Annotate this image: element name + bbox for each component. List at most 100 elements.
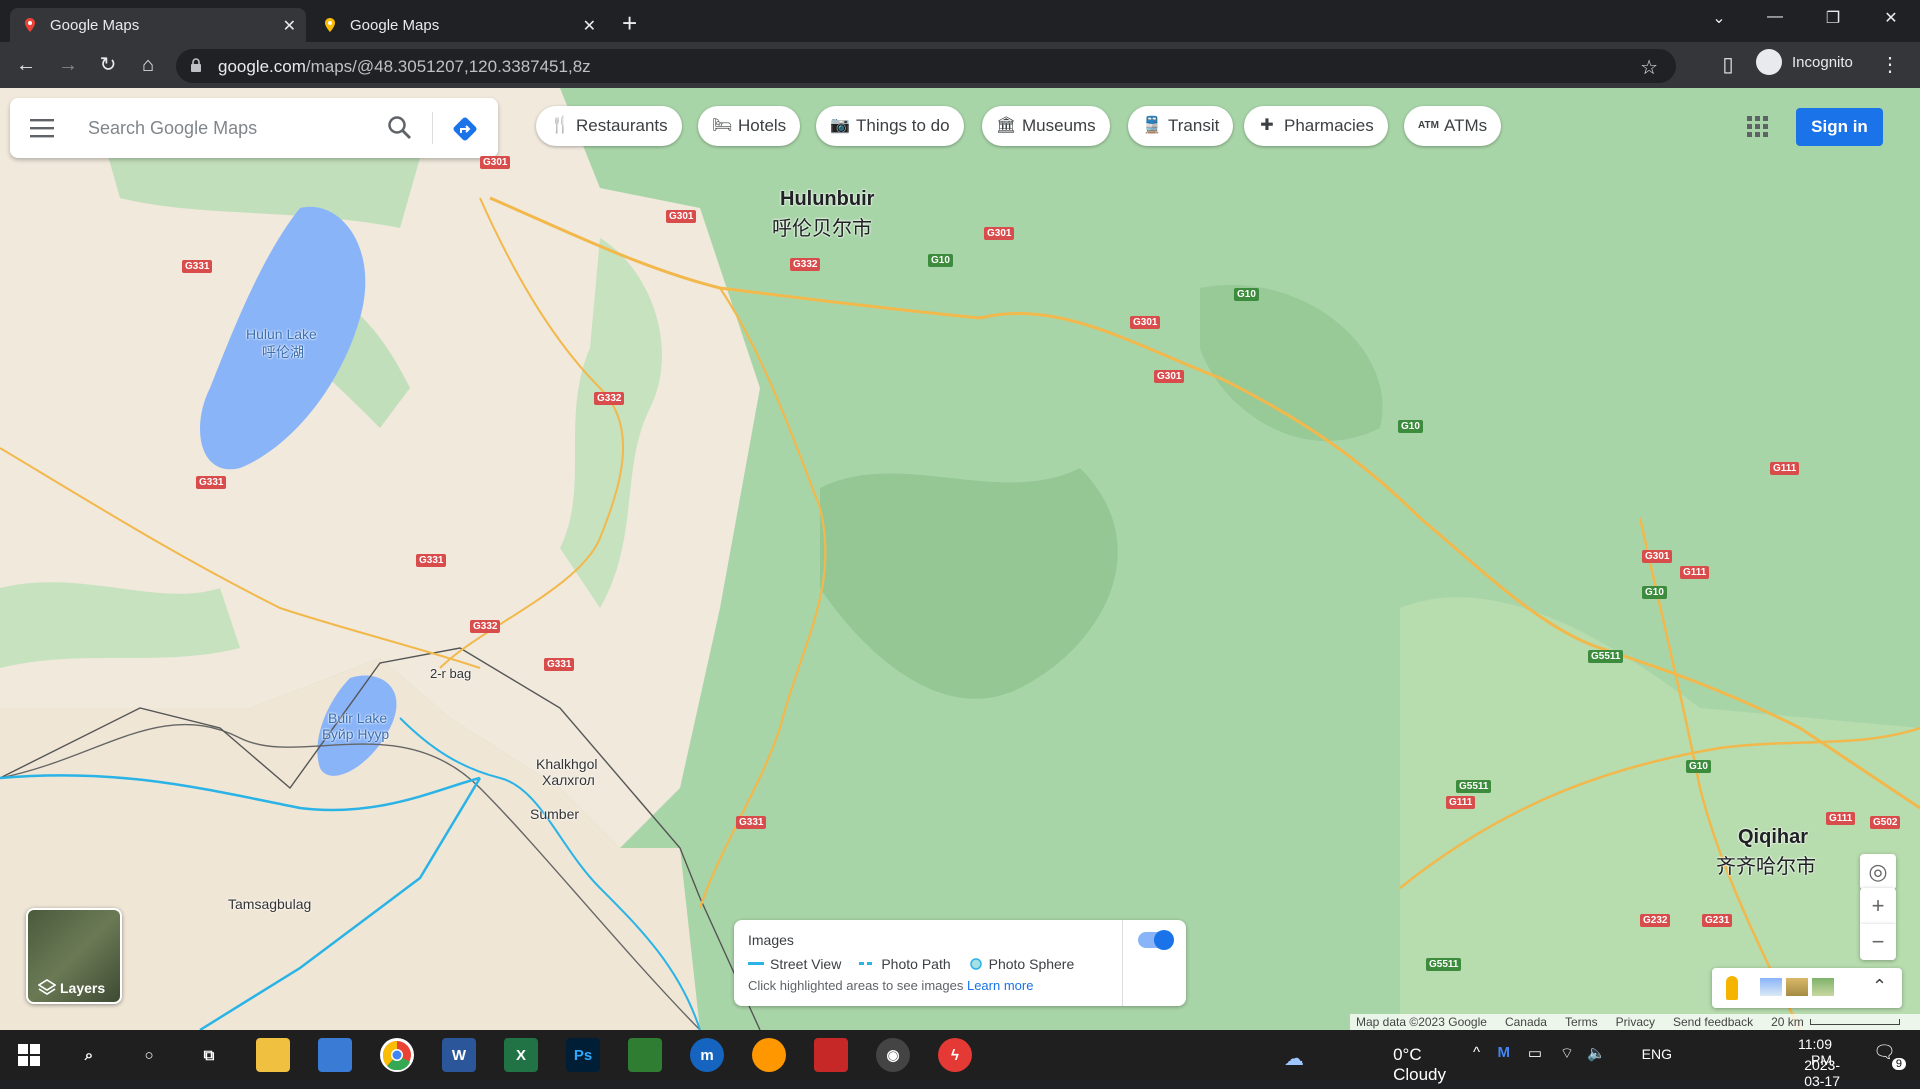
map-label-buir-lake-mn[interactable]: Буйр Нуур — [322, 726, 389, 742]
side-panel-icon[interactable]: ▯ — [1714, 52, 1742, 80]
app-icon[interactable] — [814, 1038, 848, 1072]
my-location-button[interactable]: ◎ — [1860, 854, 1896, 890]
scale-label[interactable]: 20 km — [1771, 1015, 1804, 1029]
pegman-icon[interactable] — [1726, 976, 1738, 1000]
terms-link[interactable]: Terms — [1565, 1015, 1598, 1029]
search-input[interactable] — [88, 116, 378, 140]
maps-pin-icon — [25, 18, 35, 32]
tab-search-icon[interactable]: ⌄ — [1696, 8, 1742, 28]
map-label-hulun-lake[interactable]: Hulun Lake — [246, 326, 317, 342]
country-link[interactable]: Canada — [1505, 1015, 1547, 1029]
reload-icon[interactable]: ↻ — [94, 52, 122, 80]
word-icon[interactable]: W — [442, 1038, 476, 1072]
send-feedback-link[interactable]: Send feedback — [1673, 1015, 1753, 1029]
tab-google-maps-1[interactable]: Google Maps ✕ — [10, 8, 306, 42]
layers-icon — [38, 979, 56, 995]
chip-atms[interactable]: ATM ATMs — [1404, 106, 1502, 146]
map-label-tamsagbulag[interactable]: Tamsagbulag — [228, 896, 311, 912]
imagery-thumbnail[interactable] — [1812, 978, 1834, 996]
volume-icon[interactable]: 🔈 — [1587, 1044, 1606, 1062]
apps-grid-icon[interactable] — [1747, 116, 1769, 138]
map-canvas[interactable]: 🍴 Restaurants 🛏 Hotels 📷 Things to do 🏛 … — [0, 88, 1920, 1030]
learn-more-link[interactable]: Learn more — [967, 978, 1033, 993]
map-label-buir-lake[interactable]: Buir Lake — [328, 710, 387, 726]
search-icon[interactable] — [386, 114, 414, 142]
home-icon[interactable]: ⌂ — [134, 52, 162, 80]
address-bar[interactable]: google.com/maps/@48.3051207,120.3387451,… — [176, 49, 1676, 83]
language-indicator[interactable]: ENG — [1642, 1046, 1672, 1062]
map-label-hulun-lake-cn[interactable]: 呼伦湖 — [262, 342, 304, 362]
imagery-thumbnail[interactable] — [1786, 978, 1808, 996]
excel-icon[interactable]: X — [504, 1038, 538, 1072]
layers-button[interactable]: Layers — [26, 908, 122, 1004]
tab-google-maps-2[interactable]: Google Maps ✕ — [310, 8, 606, 42]
close-window-icon[interactable]: ✕ — [1868, 8, 1914, 28]
chip-things-to-do[interactable]: 📷 Things to do — [816, 106, 964, 146]
zoom-out-button[interactable]: − — [1860, 924, 1896, 960]
crosshair-icon: ◎ — [1868, 859, 1888, 884]
chrome-icon[interactable] — [380, 1038, 414, 1072]
control-panel-icon[interactable] — [318, 1038, 352, 1072]
chevron-up-icon[interactable]: ^ — [1473, 1044, 1480, 1061]
map-label-bag[interactable]: 2-r bag — [430, 666, 471, 681]
new-tab-icon[interactable]: + — [622, 8, 637, 39]
photoshop-icon[interactable]: Ps — [566, 1038, 600, 1072]
map-label-hulunbuir-cn[interactable]: 呼伦贝尔市 — [772, 212, 872, 241]
incognito-badge[interactable]: Incognito — [1756, 49, 1853, 75]
road-shield: G5511 — [1588, 650, 1624, 663]
close-tab-icon[interactable]: ✕ — [583, 16, 596, 36]
chip-transit[interactable]: 🚆 Transit — [1128, 106, 1234, 146]
chip-pharmacies[interactable]: ✚ Pharmacies — [1244, 106, 1388, 146]
cortana-icon[interactable]: ○ — [132, 1038, 166, 1072]
map-label-sumber[interactable]: Sumber — [530, 806, 579, 822]
road-shield: G10 — [1398, 420, 1423, 433]
bookmark-star-icon[interactable]: ☆ — [1640, 55, 1658, 80]
pharmacy-icon: ✚ — [1260, 117, 1274, 134]
back-icon[interactable]: ← — [12, 52, 40, 80]
road-shield: G331 — [182, 260, 213, 273]
directions-icon[interactable] — [450, 114, 480, 144]
flash-app-icon[interactable]: ϟ — [938, 1038, 972, 1072]
mu-app-icon[interactable]: m — [690, 1038, 724, 1072]
restore-icon[interactable]: ❐ — [1810, 8, 1856, 28]
wifi-icon[interactable]: ⌔ — [1560, 1044, 1574, 1063]
imagery-bar: ⌃ — [1712, 968, 1902, 1008]
images-panel-divider — [1122, 920, 1123, 1006]
search-icon[interactable]: ⌕ — [72, 1038, 106, 1072]
map-label-qiqihar-cn[interactable]: 齐齐哈尔市 — [1716, 850, 1816, 879]
chip-restaurants[interactable]: 🍴 Restaurants — [536, 106, 682, 146]
cloud-icon: ☁ — [1284, 1048, 1304, 1070]
close-tab-icon[interactable]: ✕ — [283, 16, 296, 36]
minimize-icon[interactable]: — — [1752, 8, 1798, 26]
map-label-khalkhgol[interactable]: Khalkhgol — [536, 756, 598, 772]
forward-icon[interactable]: → — [54, 52, 82, 80]
task-view-icon[interactable]: ⧉ — [192, 1038, 226, 1072]
transit-icon: 🚆 — [1142, 117, 1162, 134]
zoom-in-button[interactable]: + — [1860, 888, 1896, 924]
privacy-link[interactable]: Privacy — [1616, 1015, 1655, 1029]
imagery-thumbnail[interactable] — [1760, 978, 1782, 996]
clock-date[interactable]: 2023-03-17 — [1804, 1057, 1840, 1089]
game-app-icon[interactable] — [628, 1038, 662, 1072]
menu-icon[interactable] — [30, 117, 56, 139]
expand-icon[interactable]: ⌃ — [1872, 976, 1887, 997]
chip-hotels[interactable]: 🛏 Hotels — [698, 106, 801, 146]
images-toggle[interactable] — [1138, 930, 1174, 950]
file-explorer-icon[interactable] — [256, 1038, 290, 1072]
weather-text[interactable]: 0°C Cloudy — [1393, 1045, 1446, 1085]
road-shield: G332 — [470, 620, 501, 633]
battery-icon[interactable]: ▭ — [1528, 1044, 1542, 1062]
road-shield: G301 — [984, 227, 1015, 240]
windows-start-icon[interactable] — [12, 1038, 46, 1072]
map-label-hulunbuir[interactable]: Hulunbuir — [780, 188, 874, 211]
sign-in-button[interactable]: Sign in — [1796, 108, 1883, 146]
map-label-khalkhgol-mn[interactable]: Халхгол — [542, 772, 595, 788]
road-shield: G10 — [928, 254, 953, 267]
map-label-qiqihar[interactable]: Qiqihar — [1738, 826, 1808, 849]
app-tray-icon[interactable]: M — [1498, 1044, 1511, 1061]
chip-museums[interactable]: 🏛 Museums — [982, 106, 1110, 146]
media-player-icon[interactable]: ◉ — [876, 1038, 910, 1072]
more-menu-icon[interactable]: ⋮ — [1876, 52, 1904, 80]
taskbar: ⌕ ○ ⧉ W X Ps m ◉ ϟ ☁ 0°C Cloudy ^ M ▭ ⌔ … — [0, 1030, 1920, 1089]
app-icon[interactable] — [752, 1038, 786, 1072]
